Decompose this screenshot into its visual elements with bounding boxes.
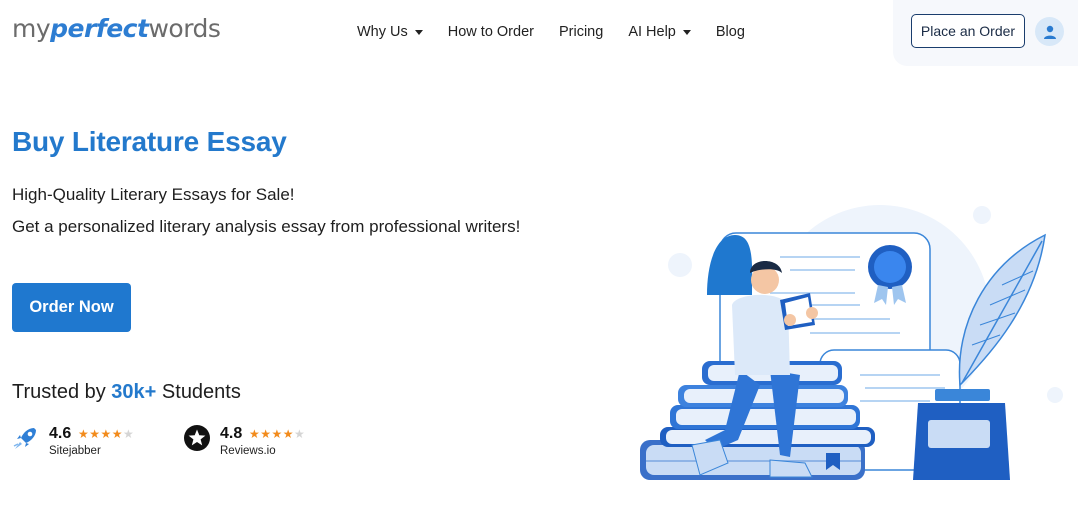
book-stack-icon [640,361,875,480]
logo-part-words: words [148,14,221,43]
star-rating: ★★★★★ [249,427,306,441]
trusted-count: 30k+ [111,381,157,403]
trusted-prefix: Trusted by [12,381,112,403]
caret-down-icon [682,29,691,35]
trusted-suffix: Students [156,381,241,403]
rating-source: Reviews.io [220,445,276,457]
bg-dot [973,206,991,224]
nav-item-ai-help[interactable]: AI Help [628,24,691,40]
logo-part-perfect: perfect [50,14,149,43]
main-nav: Why Us How to Order Pricing AI Help Blog [357,20,770,44]
site-header: myperfectwords Why Us How to Order Prici… [0,0,1078,66]
brand-logo[interactable]: myperfectwords [12,14,221,44]
hero-illustration [640,205,1063,480]
nav-label: How to Order [447,24,534,40]
nav-label: AI Help [628,24,676,40]
rating-reviewsio[interactable]: 4.8 ★★★★★ Reviews.io [183,422,333,462]
caret-down-icon [414,29,423,35]
trusted-by-text: Trusted by 30k+ Students [12,381,241,404]
logo-part-my: my [12,14,51,43]
rating-sitejabber[interactable]: 4.6 ★★★★★ Sitejabber [12,422,162,462]
rating-source: Sitejabber [49,445,101,457]
nav-item-pricing[interactable]: Pricing [559,24,603,40]
rating-score: 4.8 [220,425,243,442]
hero-subtitle: High-Quality Literary Essays for Sale! [12,185,295,204]
bg-dot [1047,387,1063,403]
star-rating: ★★★★★ [78,427,135,441]
nav-label: Why Us [357,24,408,40]
bg-dot [668,253,692,277]
nav-label: Blog [715,24,745,40]
star-badge-icon [184,425,210,451]
nav-item-why-us[interactable]: Why Us [357,24,423,40]
user-icon[interactable] [1035,17,1064,46]
user-icon-glyph [1043,25,1056,39]
nav-item-blog[interactable]: Blog [716,24,745,40]
nav-item-how-to-order[interactable]: How to Order [448,24,534,40]
page-title: Buy Literature Essay [12,126,287,157]
order-now-button[interactable]: Order Now [12,283,131,332]
nav-label: Pricing [558,24,604,40]
rating-score: 4.6 [49,425,72,442]
hero-description: Get a personalized literary analysis ess… [12,217,521,236]
place-order-button[interactable]: Place an Order [911,14,1025,48]
rocket-icon [13,428,36,449]
